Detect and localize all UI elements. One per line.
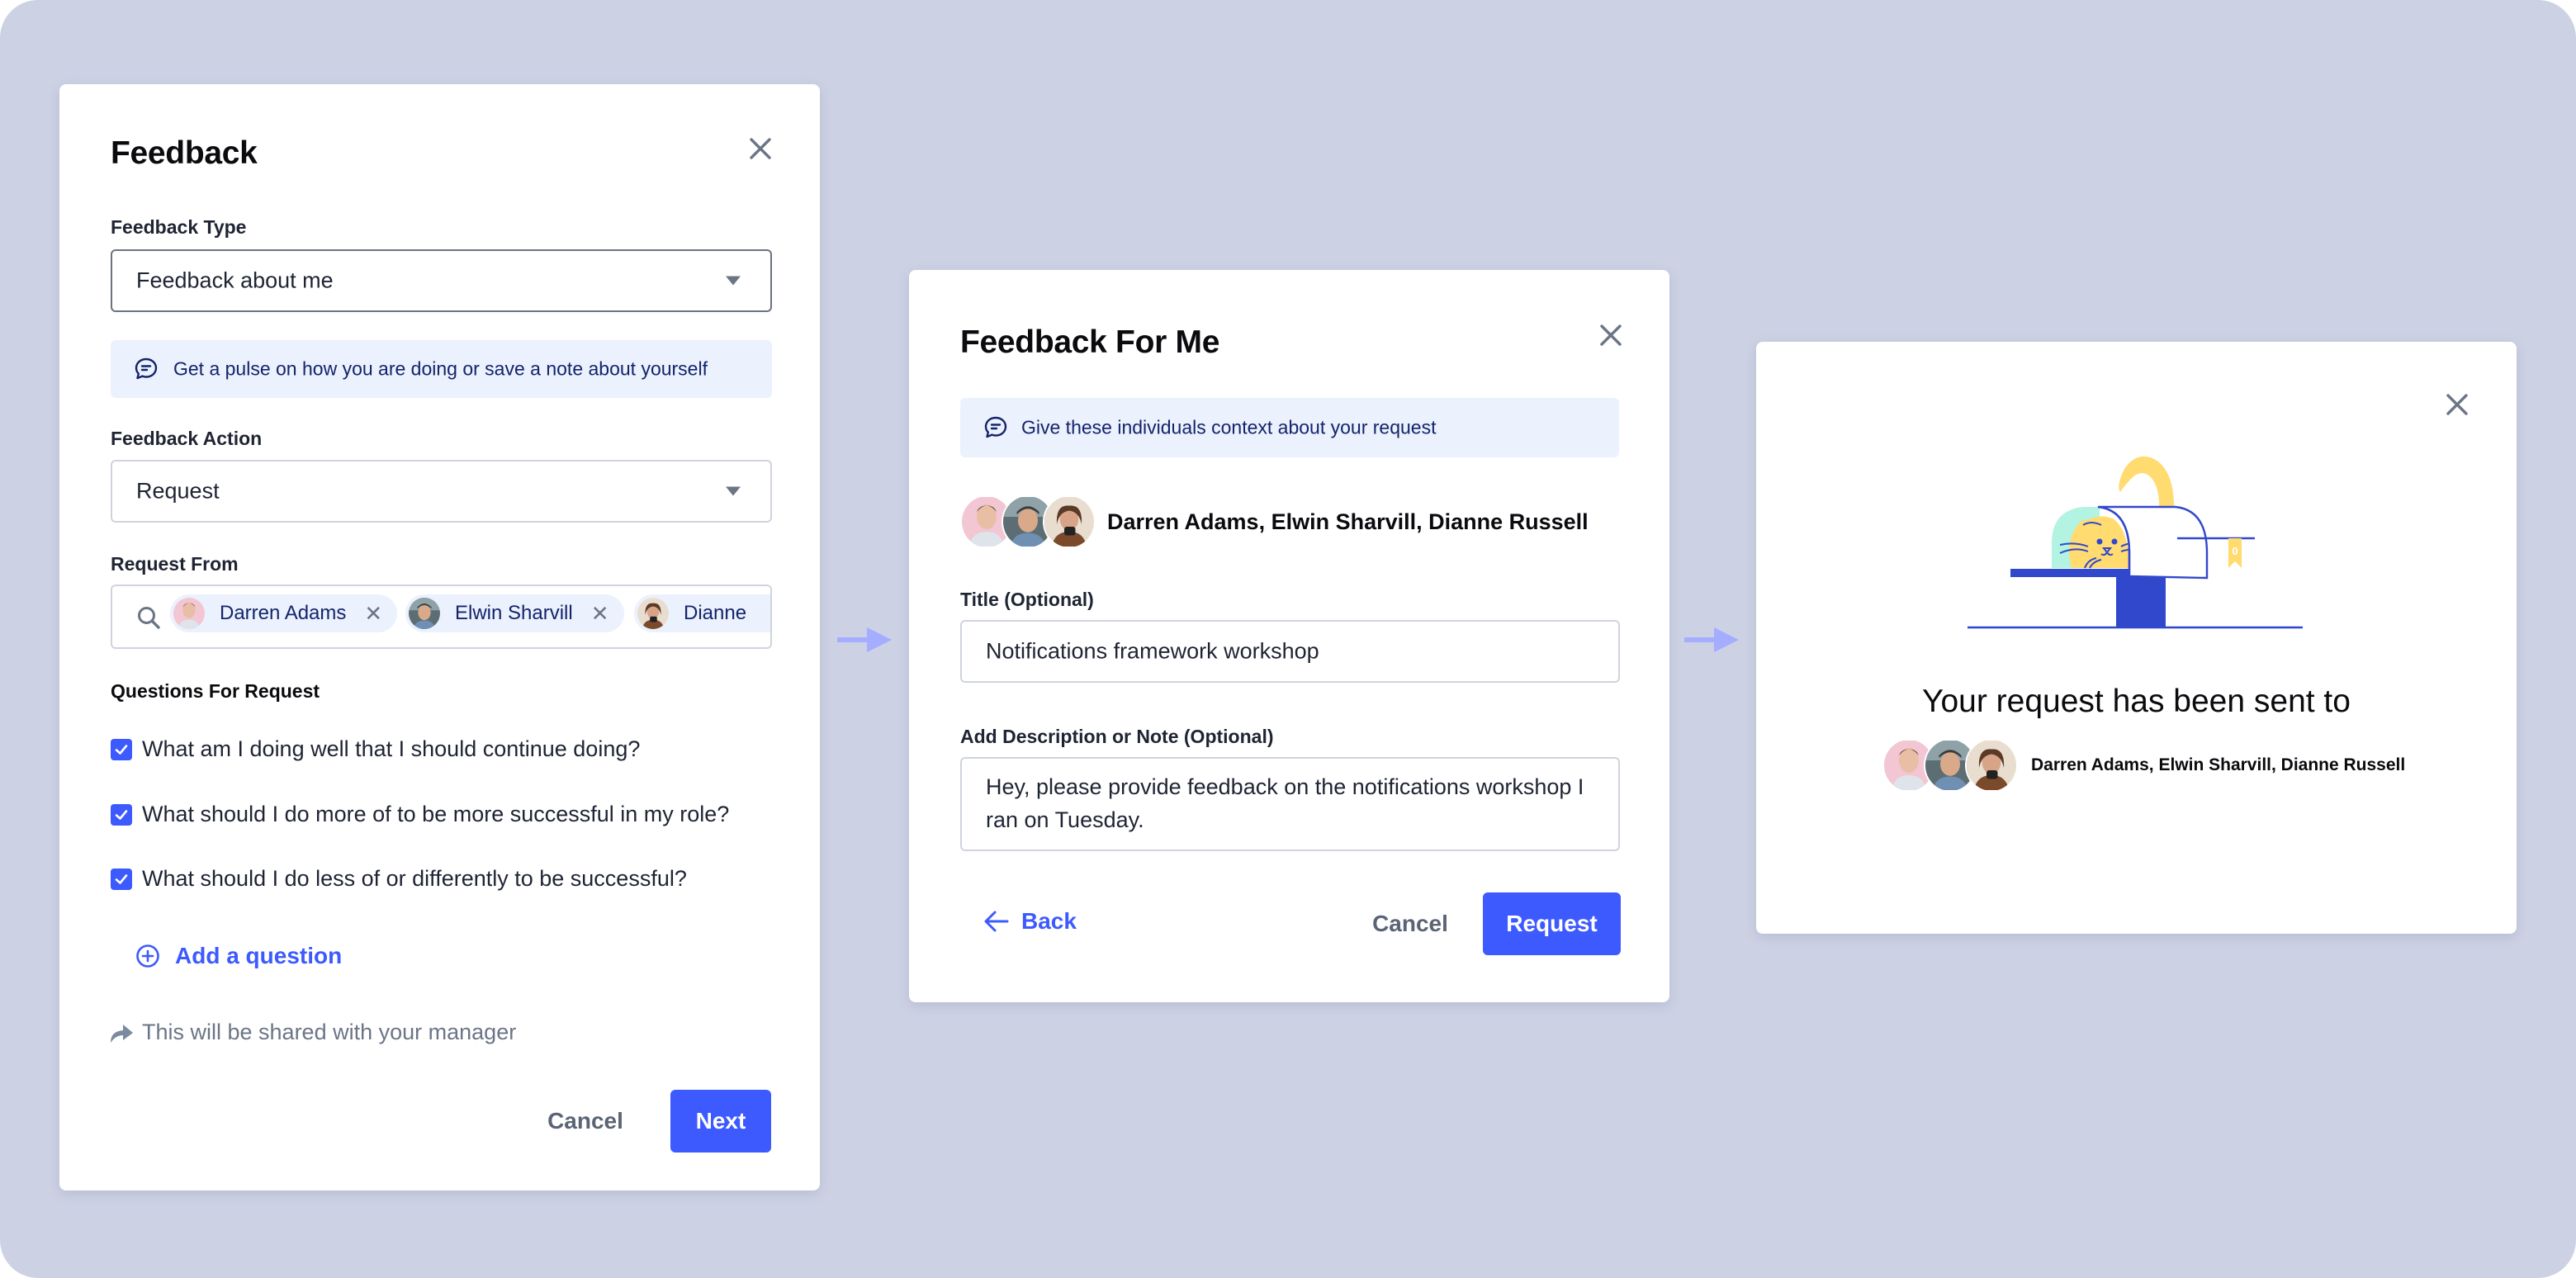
chip-label: Dianne	[684, 602, 747, 624]
question-checkbox[interactable]	[111, 803, 132, 826]
question-text: What should I do more of to be more succ…	[142, 802, 730, 826]
feedback-action-value: Request	[136, 478, 220, 504]
request-from-label: Request From	[111, 553, 239, 575]
close-icon	[1600, 324, 1622, 346]
recipient-names: Darren Adams, Elwin Sharvill, Dianne Rus…	[1107, 509, 1589, 534]
avatar	[1965, 738, 2018, 793]
cancel-button[interactable]: Cancel	[540, 1090, 631, 1153]
flow-arrow-icon	[837, 627, 892, 652]
feedback-dialog: Feedback Feedback Type Feedback about me…	[59, 84, 820, 1190]
feedback-action-label: Feedback Action	[111, 428, 263, 449]
add-question-label: Add a question	[175, 943, 343, 968]
plus-circle-icon	[136, 944, 159, 968]
chat-bubble-icon	[135, 357, 158, 380]
flag-count: 0	[2232, 545, 2237, 557]
recipient-chip: Dianne	[634, 594, 770, 632]
feedback-action-select[interactable]: Request	[111, 460, 772, 523]
request-button[interactable]: Request	[1483, 892, 1621, 955]
info-text: Give these individuals context about you…	[1021, 416, 1437, 438]
chat-bubble-icon	[984, 416, 1007, 438]
flow-arrow-icon	[1684, 627, 1739, 652]
question-checkbox[interactable]	[111, 738, 132, 760]
chevron-down-icon	[726, 276, 741, 286]
question-item: What should I do less of or differently …	[111, 866, 687, 892]
avatar	[1043, 495, 1096, 549]
share-arrow-icon	[111, 1024, 133, 1043]
recipient-list: Darren Adams, Elwin Sharvill, Dianne Rus…	[1882, 738, 2405, 793]
checkmark-icon	[115, 873, 128, 884]
info-banner: Get a pulse on how you are doing or save…	[111, 340, 772, 398]
question-checkbox[interactable]	[111, 868, 132, 890]
recipient-names: Darren Adams, Elwin Sharvill, Dianne Rus…	[2031, 755, 2406, 774]
description-textarea[interactable]: Hey, please provide feedback on the noti…	[960, 757, 1620, 851]
dialog-title: Feedback For Me	[960, 324, 1220, 360]
feedback-for-me-dialog: Feedback For Me Give these individuals c…	[909, 270, 1669, 1002]
arrow-left-icon	[984, 911, 1009, 932]
add-question-button[interactable]: Add a question	[135, 943, 342, 969]
back-button[interactable]: Back	[983, 908, 1077, 935]
cat-mailbox-illustration: 0	[1968, 456, 2303, 629]
dialog-title: Feedback	[111, 135, 258, 171]
recipient-chip: Darren Adams ✕	[170, 594, 398, 632]
share-notice-text: This will be shared with your manager	[142, 1020, 517, 1044]
chip-label: Darren Adams	[220, 602, 347, 624]
next-button[interactable]: Next	[670, 1090, 771, 1153]
question-item: What am I doing well that I should conti…	[111, 736, 640, 762]
close-icon	[750, 138, 771, 159]
avatar	[173, 598, 205, 629]
title-input-value: Notifications framework workshop	[986, 638, 1319, 664]
feedback-type-label: Feedback Type	[111, 216, 247, 238]
description-label: Add Description or Note (Optional)	[960, 726, 1274, 747]
feedback-type-select[interactable]: Feedback about me	[111, 249, 772, 312]
checkmark-icon	[115, 744, 128, 755]
question-text: What should I do less of or differently …	[142, 866, 687, 891]
recipient-chip: Elwin Sharvill ✕	[405, 594, 624, 632]
remove-chip-button[interactable]: ✕	[591, 601, 609, 627]
title-input[interactable]: Notifications framework workshop	[960, 620, 1620, 683]
avatar	[637, 598, 669, 629]
cancel-button[interactable]: Cancel	[1365, 892, 1456, 955]
info-banner: Give these individuals context about you…	[960, 398, 1619, 457]
chevron-down-icon	[726, 486, 741, 496]
back-label: Back	[1021, 908, 1077, 934]
chip-label: Elwin Sharvill	[455, 602, 573, 624]
request-from-input[interactable]: Darren Adams ✕ Elwin Sharvill ✕ Dianne	[111, 585, 772, 649]
checkmark-icon	[115, 809, 128, 820]
question-item: What should I do more of to be more succ…	[111, 802, 729, 827]
questions-label: Questions For Request	[111, 680, 320, 702]
feedback-type-value: Feedback about me	[136, 267, 334, 293]
search-icon	[138, 607, 160, 629]
share-notice: This will be shared with your manager	[109, 1020, 516, 1045]
close-button[interactable]	[2443, 390, 2471, 419]
close-button[interactable]	[1597, 321, 1625, 349]
remove-chip-button[interactable]: ✕	[364, 601, 382, 627]
recipient-list: Darren Adams, Elwin Sharvill, Dianne Rus…	[960, 495, 1589, 549]
close-button[interactable]	[746, 135, 774, 163]
title-field-label: Title (Optional)	[960, 589, 1094, 610]
close-icon	[2446, 394, 2468, 415]
avatar	[409, 598, 440, 629]
request-sent-dialog: 0 Your request has been sent to Darren A…	[1756, 342, 2517, 934]
success-heading: Your request has been sent to	[1922, 684, 2351, 719]
question-text: What am I doing well that I should conti…	[142, 736, 641, 761]
info-text: Get a pulse on how you are doing or save…	[173, 357, 708, 380]
